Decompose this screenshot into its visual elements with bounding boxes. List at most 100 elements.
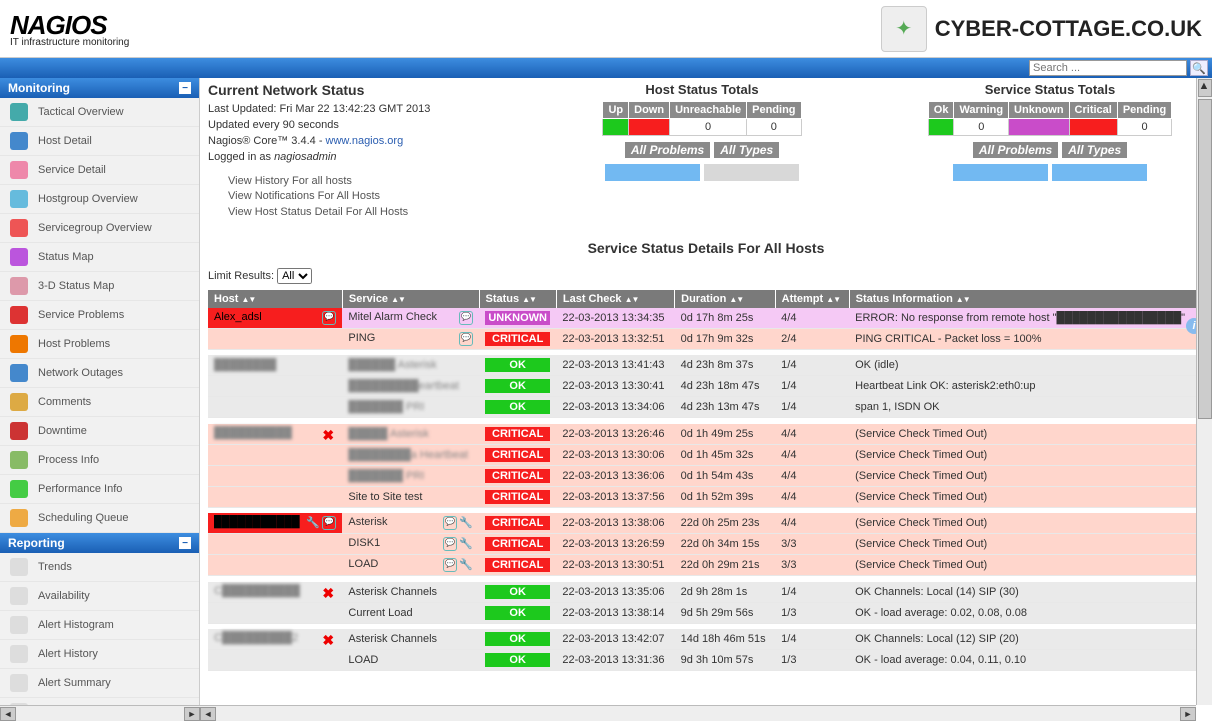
service-cell[interactable]: ███████ PRI bbox=[342, 465, 479, 486]
service-cell[interactable]: Asterisk💬🔧 bbox=[342, 513, 479, 534]
service-cell[interactable]: ██████ Asterisk bbox=[342, 355, 479, 376]
totals-value[interactable]: 0 bbox=[670, 119, 747, 136]
sidebar-item[interactable]: Hostgroup Overview bbox=[0, 185, 199, 214]
totals-value[interactable] bbox=[1069, 119, 1117, 136]
sidebar-item[interactable]: Trends bbox=[0, 553, 199, 582]
sidebar-item[interactable]: Service Detail bbox=[0, 156, 199, 185]
scroll-left-icon[interactable]: ◄ bbox=[0, 707, 16, 721]
all-problems-label[interactable]: All Problems bbox=[973, 142, 1058, 158]
column-header[interactable]: Service▲▼ bbox=[342, 290, 479, 308]
service-cell[interactable]: █████████eartbeat bbox=[342, 376, 479, 397]
nagios-link[interactable]: www.nagios.org bbox=[326, 135, 404, 147]
service-cell[interactable]: Mitel Alarm Check💬 bbox=[342, 308, 479, 329]
host-cell[interactable]: ████████ bbox=[208, 355, 342, 376]
service-cell[interactable]: ████████a Heartbeat bbox=[342, 444, 479, 465]
view-link[interactable]: View Notifications For All Hosts bbox=[228, 189, 508, 204]
column-header[interactable]: Status▲▼ bbox=[479, 290, 556, 308]
host-cell[interactable] bbox=[208, 534, 342, 555]
sidebar-item[interactable]: Alert History bbox=[0, 640, 199, 669]
sidebar-item[interactable]: Service Problems bbox=[0, 301, 199, 330]
service-cell[interactable]: ███████ PRI bbox=[342, 397, 479, 418]
scroll-right-icon[interactable]: ► bbox=[184, 707, 200, 721]
sidebar-item[interactable]: Tactical Overview bbox=[0, 98, 199, 127]
sidebar-item[interactable]: Servicegroup Overview bbox=[0, 214, 199, 243]
service-cell[interactable]: Asterisk Channels bbox=[342, 582, 479, 603]
service-cell[interactable]: DISK1💬🔧 bbox=[342, 534, 479, 555]
all-types-label[interactable]: All Types bbox=[1062, 142, 1127, 158]
totals-value[interactable]: 0 bbox=[1117, 119, 1171, 136]
column-header[interactable]: Duration▲▼ bbox=[675, 290, 776, 308]
host-cell[interactable] bbox=[208, 328, 342, 349]
all-types-bar[interactable] bbox=[1052, 164, 1147, 181]
section-monitoring[interactable]: Monitoring − bbox=[0, 78, 199, 98]
host-cell[interactable]: ██████████✖ bbox=[208, 424, 342, 445]
service-cell[interactable]: PING💬 bbox=[342, 328, 479, 349]
column-header[interactable]: Status Information▲▼ bbox=[849, 290, 1203, 308]
view-link[interactable]: View Host Status Detail For All Hosts bbox=[228, 205, 508, 220]
all-types-label[interactable]: All Types bbox=[714, 142, 779, 158]
totals-value[interactable]: 0 bbox=[747, 119, 801, 136]
service-cell[interactable]: LOAD bbox=[342, 650, 479, 671]
sidebar-item[interactable]: Network Outages bbox=[0, 359, 199, 388]
host-cell[interactable]: C██████████✖ bbox=[208, 582, 342, 603]
totals-header[interactable]: Critical bbox=[1069, 102, 1117, 119]
search-input[interactable] bbox=[1029, 60, 1187, 76]
sidebar-item[interactable]: Host Problems bbox=[0, 330, 199, 359]
scroll-up-icon[interactable]: ▲ bbox=[1198, 79, 1212, 97]
service-cell[interactable]: Current Load bbox=[342, 602, 479, 623]
host-cell[interactable] bbox=[208, 376, 342, 397]
totals-header[interactable]: Pending bbox=[747, 102, 801, 119]
service-cell[interactable]: Site to Site test bbox=[342, 486, 479, 507]
service-cell[interactable]: LOAD💬🔧 bbox=[342, 555, 479, 576]
host-cell[interactable]: Alex_adsl💬 bbox=[208, 308, 342, 329]
host-cell[interactable] bbox=[208, 486, 342, 507]
view-link[interactable]: View History For all hosts bbox=[228, 174, 508, 189]
totals-value[interactable] bbox=[629, 119, 670, 136]
host-cell[interactable] bbox=[208, 555, 342, 576]
sidebar-item[interactable]: Alert Histogram bbox=[0, 611, 199, 640]
totals-header[interactable]: Unknown bbox=[1009, 102, 1070, 119]
sidebar-item[interactable]: Availability bbox=[0, 582, 199, 611]
totals-header[interactable]: Warning bbox=[954, 102, 1009, 119]
section-reporting[interactable]: Reporting − bbox=[0, 533, 199, 553]
column-header[interactable]: Attempt▲▼ bbox=[775, 290, 849, 308]
totals-value[interactable] bbox=[928, 119, 954, 136]
host-cell[interactable] bbox=[208, 397, 342, 418]
all-problems-bar[interactable] bbox=[953, 164, 1048, 181]
host-cell[interactable] bbox=[208, 602, 342, 623]
scroll-right-icon[interactable]: ► bbox=[1180, 707, 1196, 721]
totals-header[interactable]: Unreachable bbox=[670, 102, 747, 119]
totals-header[interactable]: Up bbox=[603, 102, 629, 119]
sidebar-item[interactable]: Alert Summary bbox=[0, 669, 199, 698]
sidebar-item[interactable]: Performance Info bbox=[0, 475, 199, 504]
collapse-icon[interactable]: − bbox=[179, 537, 191, 549]
totals-value[interactable] bbox=[1009, 119, 1070, 136]
all-types-bar[interactable] bbox=[704, 164, 799, 181]
scroll-left-icon[interactable]: ◄ bbox=[200, 707, 216, 721]
totals-value[interactable] bbox=[603, 119, 629, 136]
sidebar-item[interactable]: Scheduling Queue bbox=[0, 504, 199, 533]
service-cell[interactable]: Asterisk Channels bbox=[342, 629, 479, 650]
host-cell[interactable]: ███████████🔧💬 bbox=[208, 513, 342, 534]
all-problems-bar[interactable] bbox=[605, 164, 700, 181]
column-header[interactable]: Host▲▼ bbox=[208, 290, 342, 308]
totals-header[interactable]: Down bbox=[629, 102, 670, 119]
totals-header[interactable]: Ok bbox=[928, 102, 954, 119]
sidebar-item[interactable]: Status Map bbox=[0, 243, 199, 272]
column-header[interactable]: Last Check▲▼ bbox=[556, 290, 674, 308]
collapse-icon[interactable]: − bbox=[179, 82, 191, 94]
sidebar-item[interactable]: Host Detail bbox=[0, 127, 199, 156]
totals-value[interactable]: 0 bbox=[954, 119, 1009, 136]
sidebar-item[interactable]: Comments bbox=[0, 388, 199, 417]
host-cell[interactable] bbox=[208, 650, 342, 671]
service-cell[interactable]: █████ Asterisk bbox=[342, 424, 479, 445]
host-cell[interactable] bbox=[208, 444, 342, 465]
sidebar-item[interactable]: Process Info bbox=[0, 446, 199, 475]
scroll-thumb[interactable] bbox=[1198, 99, 1212, 419]
limit-select[interactable]: All bbox=[277, 268, 312, 284]
sidebar-item[interactable]: 3-D Status Map bbox=[0, 272, 199, 301]
search-button[interactable]: 🔍 bbox=[1190, 60, 1208, 76]
sidebar-item[interactable]: Downtime bbox=[0, 417, 199, 446]
all-problems-label[interactable]: All Problems bbox=[625, 142, 710, 158]
host-cell[interactable]: C█████████2✖ bbox=[208, 629, 342, 650]
